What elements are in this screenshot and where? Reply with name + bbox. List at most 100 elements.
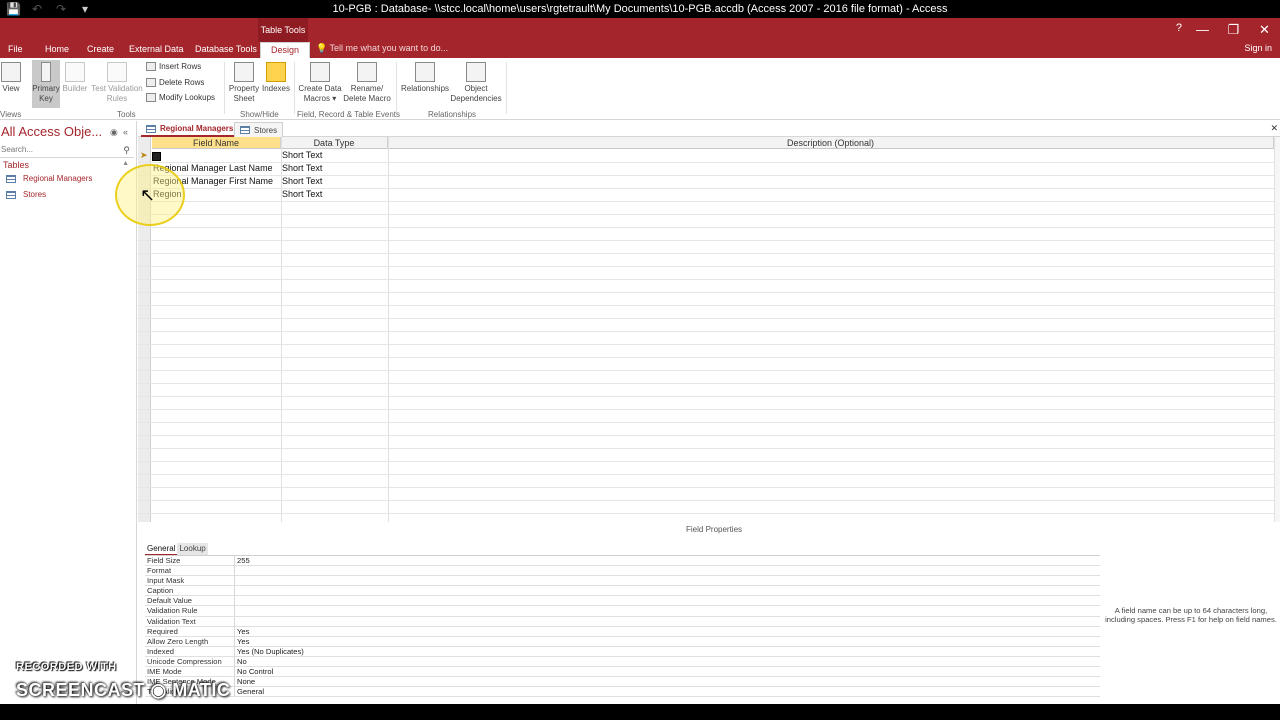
group-label-show-hide: Show/Hide	[240, 110, 279, 119]
indexes-button[interactable]: Indexes	[261, 62, 291, 94]
modify-lookups-button[interactable]: Modify Lookups	[146, 93, 215, 102]
grid-line	[138, 448, 1274, 449]
field-help-text: A field name can be up to 64 characters …	[1105, 606, 1277, 624]
grid-line	[138, 513, 1274, 514]
object-dependencies-label: Object Dependencies	[450, 84, 502, 103]
property-row[interactable]: IME Sentence Mode None	[145, 677, 1100, 688]
data-type-cell[interactable]: Short Text	[282, 163, 322, 173]
nav-group-tables[interactable]: Tables ▲	[3, 160, 133, 170]
property-value[interactable]: 255	[237, 556, 250, 566]
grid-line	[138, 227, 1274, 228]
property-key: Default Value	[147, 596, 193, 606]
close-document-icon[interactable]: ✕	[1270, 123, 1278, 134]
doc-tab-label: Regional Managers	[160, 124, 234, 133]
test-validation-button[interactable]: Test Validation Rules	[90, 62, 144, 104]
doc-tab-stores[interactable]: Stores	[234, 122, 284, 137]
property-row[interactable]: Input Mask	[145, 576, 1100, 587]
grid-line	[138, 318, 1274, 319]
primary-key-button[interactable]: Primary Key	[32, 60, 60, 108]
view-label: View	[2, 84, 20, 93]
property-row[interactable]: Text Align General	[145, 687, 1100, 698]
property-row[interactable]: Validation Text	[145, 616, 1100, 627]
doc-tab-regional-managers[interactable]: Regional Managers	[141, 122, 239, 137]
watermark-line-2: SCREENCAST ◉ MATIC	[16, 680, 231, 700]
table-icon	[146, 124, 156, 133]
property-value[interactable]: No	[237, 657, 247, 667]
property-row[interactable]: Format	[145, 566, 1100, 577]
tell-me-input[interactable]: 💡 Tell me what you want to do...	[316, 43, 448, 54]
property-row[interactable]: Allow Zero Length Yes	[145, 636, 1100, 647]
tab-file[interactable]: File	[8, 42, 23, 58]
tell-me-text: Tell me what you want to do...	[329, 43, 449, 53]
property-value[interactable]: None	[237, 677, 255, 687]
restore-icon[interactable]: ❐	[1218, 18, 1249, 42]
tab-database-tools[interactable]: Database Tools	[195, 42, 257, 58]
data-type-cell[interactable]: Short Text	[282, 150, 322, 160]
nav-menu-icon[interactable]: ◉	[110, 127, 118, 138]
builder-button[interactable]: Builder	[62, 62, 88, 94]
view-icon	[1, 62, 21, 82]
property-row[interactable]: Indexed Yes (No Duplicates)	[145, 646, 1100, 657]
grid-line	[138, 383, 1274, 384]
group-label-relationships: Relationships	[428, 110, 477, 119]
property-sheet-button[interactable]: Property Sheet	[227, 62, 261, 104]
minimize-icon[interactable]: —	[1187, 18, 1218, 42]
grid-line	[138, 461, 1274, 462]
nav-search-placeholder: Search...	[1, 145, 34, 154]
property-key: Required	[147, 626, 178, 636]
delete-rows-button[interactable]: Delete Rows	[146, 78, 204, 87]
property-row[interactable]: Field Size 255	[145, 556, 1100, 567]
column-header-field-name: Field Name	[152, 137, 281, 149]
property-row[interactable]: Unicode Compression No	[145, 656, 1100, 668]
property-value[interactable]: No Control	[237, 667, 273, 677]
collapse-nav-icon[interactable]: «	[123, 127, 128, 137]
window-title: 10-PGB : Database- \\stcc.local\home\use…	[332, 3, 948, 15]
close-icon[interactable]: ✕	[1249, 18, 1280, 42]
tab-create[interactable]: Create	[87, 42, 114, 58]
ribbon-separator	[506, 62, 507, 114]
property-row[interactable]: Validation Rule	[145, 606, 1100, 617]
data-type-cell[interactable]: Short Text	[282, 189, 322, 199]
property-value[interactable]: Yes	[237, 627, 249, 637]
primary-key-indicator-icon	[152, 152, 161, 161]
tab-home[interactable]: Home	[45, 42, 69, 58]
nav-item-regional-managers[interactable]: Regional Managers	[6, 174, 92, 183]
nav-search-input[interactable]: Search... ⚲	[0, 145, 134, 158]
help-button[interactable]: ?	[1176, 22, 1182, 34]
rename-delete-macro-button[interactable]: Rename/ Delete Macro	[342, 62, 392, 104]
insert-rows-button[interactable]: Insert Rows	[146, 62, 201, 71]
relationships-button[interactable]: Relationships	[400, 62, 450, 94]
property-value[interactable]: General	[237, 687, 264, 697]
property-key: Input Mask	[147, 576, 185, 586]
property-row[interactable]: IME Mode No Control	[145, 667, 1100, 678]
ribbon-separator	[224, 62, 225, 114]
tab-design[interactable]: Design	[260, 42, 311, 58]
create-data-macros-button[interactable]: Create Data Macros ▾	[298, 62, 342, 104]
property-row[interactable]: Required Yes	[145, 626, 1100, 637]
sign-in-link[interactable]: Sign in	[1244, 43, 1272, 53]
builder-icon	[65, 62, 85, 82]
nav-item-label: Stores	[23, 190, 47, 199]
grid-line	[138, 474, 1274, 475]
insert-rows-icon	[146, 62, 156, 71]
access-window: 💾 ↶ ↷ ▾ 10-PGB : Database- \\stcc.local\…	[0, 0, 1280, 704]
property-row[interactable]: Caption	[145, 586, 1100, 597]
group-label-views: Views	[0, 110, 22, 119]
table-icon	[6, 190, 16, 199]
nav-pane-title[interactable]: All Access Obje...	[1, 124, 102, 139]
navigation-pane: All Access Obje... ◉ « Search... ⚲ Table…	[0, 121, 137, 704]
grid-vertical-scrollbar[interactable]	[1274, 137, 1280, 522]
property-key: Allow Zero Length	[147, 636, 209, 646]
delete-rows-label: Delete Rows	[159, 78, 205, 87]
rename-macro-icon	[357, 62, 377, 82]
property-value[interactable]: Yes	[237, 637, 249, 647]
nav-item-stores[interactable]: Stores	[6, 190, 46, 199]
data-type-cell[interactable]: Short Text	[282, 176, 322, 186]
property-value[interactable]: Yes (No Duplicates)	[237, 647, 304, 657]
tab-external-data[interactable]: External Data	[129, 42, 184, 58]
grid-line	[138, 422, 1274, 423]
object-dependencies-button[interactable]: Object Dependencies	[450, 62, 502, 104]
property-row[interactable]: Default Value	[145, 596, 1100, 607]
rename-delete-macro-label: Rename/ Delete Macro	[343, 84, 391, 103]
view-button[interactable]: View	[0, 62, 22, 94]
